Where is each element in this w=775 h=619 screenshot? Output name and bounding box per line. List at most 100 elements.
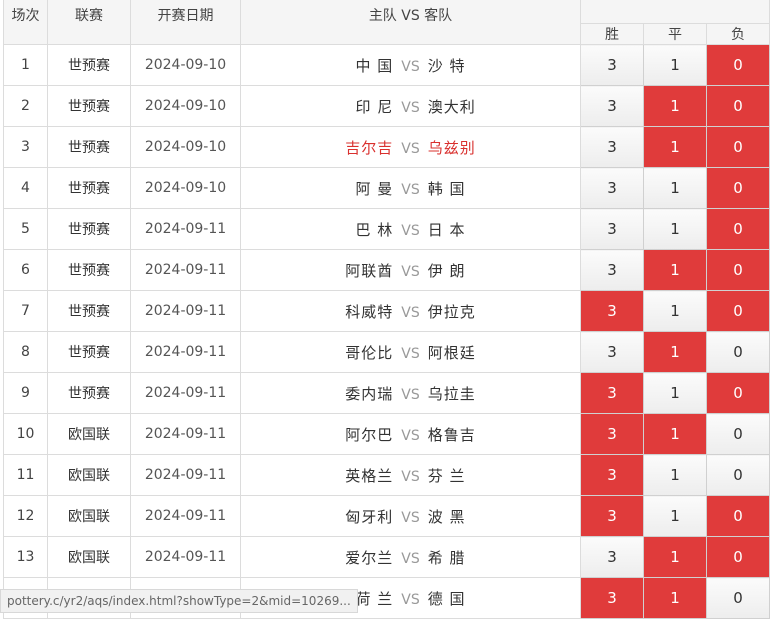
match-row: 5 世预赛 2024-09-11 巴 林 VS 日 本 310 bbox=[3, 208, 770, 250]
date-cell: 2024-09-10 bbox=[130, 44, 241, 86]
win-option[interactable]: 3 bbox=[580, 249, 644, 291]
round-cell: 3 bbox=[3, 126, 48, 168]
lose-option[interactable]: 0 bbox=[706, 536, 770, 578]
away-team: 波 黑 bbox=[427, 507, 466, 526]
league-cell: 欧国联 bbox=[47, 536, 131, 578]
home-team: 印 尼 bbox=[355, 97, 394, 116]
win-option[interactable]: 3 bbox=[580, 208, 644, 250]
lose-option[interactable]: 0 bbox=[706, 577, 770, 619]
home-team: 哥伦比 bbox=[345, 343, 394, 362]
home-team: 委内瑞 bbox=[345, 384, 394, 403]
league-cell: 世预赛 bbox=[47, 249, 131, 291]
home-team: 吉尔吉 bbox=[345, 138, 394, 157]
home-team: 阿联酋 bbox=[345, 261, 394, 280]
vs-label: VS bbox=[401, 345, 420, 362]
draw-option[interactable]: 1 bbox=[643, 85, 707, 127]
away-team: 韩 国 bbox=[427, 179, 466, 198]
away-team: 伊 朗 bbox=[427, 261, 466, 280]
draw-option[interactable]: 1 bbox=[643, 126, 707, 168]
draw-option[interactable]: 1 bbox=[643, 413, 707, 455]
lose-option[interactable]: 0 bbox=[706, 85, 770, 127]
vs-label: VS bbox=[401, 140, 420, 157]
win-option[interactable]: 3 bbox=[580, 44, 644, 86]
draw-option[interactable]: 1 bbox=[643, 495, 707, 537]
away-team: 德 国 bbox=[427, 589, 466, 608]
draw-option[interactable]: 1 bbox=[643, 249, 707, 291]
date-cell: 2024-09-11 bbox=[130, 290, 241, 332]
vs-label: VS bbox=[401, 591, 420, 608]
lose-option[interactable]: 0 bbox=[706, 167, 770, 209]
match-row: 7 世预赛 2024-09-11 科威特 VS 伊拉克 3 1 0 bbox=[3, 290, 770, 332]
match-cell: 爱尔兰 VS 希 腊 bbox=[240, 536, 581, 578]
lose-option[interactable]: 0 bbox=[706, 454, 770, 496]
draw-option[interactable]: 1 bbox=[643, 44, 707, 86]
date-cell: 2024-09-11 bbox=[130, 495, 241, 537]
lose-option[interactable]: 0 bbox=[706, 372, 770, 414]
round-cell: 5 bbox=[3, 208, 48, 250]
draw-option[interactable]: 1 bbox=[643, 372, 707, 414]
round-cell: 6 bbox=[3, 249, 48, 291]
lose-option[interactable]: 0 bbox=[706, 126, 770, 168]
match-row: 13 欧国联 2024-09-11 爱尔兰 VS 希 腊 310 bbox=[3, 536, 770, 578]
win-option[interactable]: 3 bbox=[580, 372, 644, 414]
league-cell: 世预赛 bbox=[47, 126, 131, 168]
draw-option[interactable]: 1 bbox=[643, 577, 707, 619]
draw-option[interactable]: 1 bbox=[643, 454, 707, 496]
lose-option[interactable]: 0 bbox=[706, 290, 770, 332]
draw-option[interactable]: 1 bbox=[643, 331, 707, 373]
round-cell: 11 bbox=[3, 454, 48, 496]
win-option[interactable]: 3 bbox=[580, 536, 644, 578]
lose-option[interactable]: 0 bbox=[706, 208, 770, 250]
match-cell: 阿联酋 VS 伊 朗 bbox=[240, 249, 581, 291]
lose-option[interactable]: 0 bbox=[706, 249, 770, 291]
lose-option[interactable]: 0 bbox=[706, 413, 770, 455]
draw-option[interactable]: 1 bbox=[643, 290, 707, 332]
date-cell: 2024-09-11 bbox=[130, 331, 241, 373]
win-option[interactable]: 3 bbox=[580, 331, 644, 373]
matches-table: 场次 联赛 开赛日期 主队 VS 客队 胜 平 负 1 世预赛 2024-09-10… bbox=[3, 0, 770, 619]
win-option[interactable]: 3 bbox=[580, 413, 644, 455]
away-team: 乌兹别 bbox=[427, 138, 476, 157]
away-team: 格鲁吉 bbox=[427, 425, 476, 444]
draw-option[interactable]: 1 bbox=[643, 536, 707, 578]
match-cell: 匈牙利 VS 波 黑 bbox=[240, 495, 581, 537]
header-draw: 平 bbox=[643, 23, 707, 45]
lose-option[interactable]: 0 bbox=[706, 495, 770, 537]
match-cell: 阿尔巴 VS 格鲁吉 bbox=[240, 413, 581, 455]
match-cell: 英格兰 VS 芬 兰 bbox=[240, 454, 581, 496]
league-cell: 世预赛 bbox=[47, 167, 131, 209]
win-option[interactable]: 3 bbox=[580, 85, 644, 127]
win-option[interactable]: 3 bbox=[580, 167, 644, 209]
date-cell: 2024-09-11 bbox=[130, 372, 241, 414]
home-team: 英格兰 bbox=[345, 466, 394, 485]
match-row: 9 世预赛 2024-09-11 委内瑞 VS 乌拉圭 3 1 0 bbox=[3, 372, 770, 414]
vs-label: VS bbox=[401, 550, 420, 567]
vs-label: VS bbox=[401, 304, 420, 321]
vs-label: VS bbox=[401, 427, 420, 444]
match-row: 11 欧国联 2024-09-11 英格兰 VS 芬 兰 310 bbox=[3, 454, 770, 496]
home-team: 巴 林 bbox=[355, 220, 394, 239]
vs-label: VS bbox=[401, 468, 420, 485]
match-cell: 阿 曼 VS 韩 国 bbox=[240, 167, 581, 209]
draw-option[interactable]: 1 bbox=[643, 208, 707, 250]
header-date: 开赛日期 bbox=[130, 0, 241, 45]
match-row: 10 欧国联 2024-09-11 阿尔巴 VS 格鲁吉 3 1 0 bbox=[3, 413, 770, 455]
win-option[interactable]: 3 bbox=[580, 290, 644, 332]
lose-option[interactable]: 0 bbox=[706, 44, 770, 86]
draw-option[interactable]: 1 bbox=[643, 167, 707, 209]
away-team: 希 腊 bbox=[427, 548, 466, 567]
away-team: 乌拉圭 bbox=[427, 384, 476, 403]
league-cell: 欧国联 bbox=[47, 495, 131, 537]
win-option[interactable]: 3 bbox=[580, 454, 644, 496]
match-row: 8 世预赛 2024-09-11 哥伦比 VS 阿根廷 3 1 0 bbox=[3, 331, 770, 373]
lose-option[interactable]: 0 bbox=[706, 331, 770, 373]
win-option[interactable]: 3 bbox=[580, 495, 644, 537]
win-option[interactable]: 3 bbox=[580, 577, 644, 619]
date-cell: 2024-09-10 bbox=[130, 85, 241, 127]
date-cell: 2024-09-11 bbox=[130, 454, 241, 496]
match-row: 6 世预赛 2024-09-11 阿联酋 VS 伊 朗 310 bbox=[3, 249, 770, 291]
vs-label: VS bbox=[401, 58, 420, 75]
match-row: 3 世预赛 2024-09-10 吉尔吉 VS 乌兹别 3 1 0 bbox=[3, 126, 770, 168]
vs-label: VS bbox=[401, 99, 420, 116]
win-option[interactable]: 3 bbox=[580, 126, 644, 168]
